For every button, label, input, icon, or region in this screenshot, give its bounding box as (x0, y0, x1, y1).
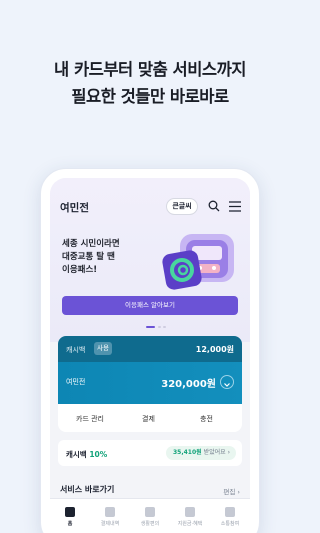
tab-label: 결제내역 (100, 521, 120, 527)
card-balance-row[interactable]: 여민전 320,000원 (58, 362, 242, 404)
card-name: 여민전 (66, 378, 86, 386)
card-manage-button[interactable]: 카드 관리 (76, 414, 104, 424)
payment-button[interactable]: 결제 (142, 414, 155, 424)
tab-label: 홈 (67, 521, 73, 527)
carousel-indicator (146, 326, 166, 329)
cashbag-amount: 12,000원 (195, 345, 234, 354)
edit-label: 편집 (223, 488, 236, 496)
tab-label: 소통참여 (220, 521, 240, 527)
tab-home[interactable]: 홈 (50, 499, 90, 533)
chevron-right-icon: › (227, 449, 230, 456)
cashback-received-text: 받았어요 (203, 449, 226, 456)
carousel-dot-active (146, 326, 155, 328)
cashbag-label: 캐시백 (66, 346, 86, 354)
charge-button[interactable]: 충전 (200, 414, 213, 424)
tab-communication[interactable]: 소통참여 (210, 499, 250, 533)
services-title: 서비스 바로가기 (60, 485, 115, 494)
cashback-summary[interactable]: 캐시백 10% 35,410원 받았어요 › (58, 440, 242, 466)
banner-text: 세종 시민이라면 대중교통 탈 땐 이응패스! (62, 238, 120, 277)
expand-button[interactable] (220, 375, 234, 389)
banner-line: 세종 시민이라면 (62, 239, 120, 249)
home-icon (65, 507, 75, 517)
bus-card-illustration (162, 234, 234, 290)
carousel-dot (163, 326, 166, 328)
cashback-percent: 10% (89, 450, 108, 459)
chat-icon (225, 507, 235, 517)
use-badge[interactable]: 사용 (94, 342, 112, 355)
headline-line-1: 내 카드부터 맞춤 서비스까지 (54, 60, 246, 79)
cashback-received-amount: 35,410원 (173, 449, 202, 456)
carousel-dot (158, 326, 161, 328)
cashback-title: 캐시백 (66, 450, 87, 459)
gift-icon (185, 507, 195, 517)
chevron-right-icon: › (237, 488, 240, 496)
ieung-pass-button[interactable]: 이응패스 알아보기 (62, 296, 238, 315)
banner-line: 대중교통 탈 땐 (62, 252, 115, 262)
tab-label: 지원금·혜택 (177, 521, 203, 527)
card-balance: 320,000원 (161, 379, 216, 390)
search-icon[interactable] (208, 200, 220, 212)
grid-icon (145, 507, 155, 517)
edit-services-link[interactable]: 편집 › (223, 486, 240, 496)
card-actions: 카드 관리 결제 충전 (58, 404, 242, 432)
cashbag-row[interactable]: 캐시백 사용 12,000원 (58, 336, 242, 362)
cashback-received-chip[interactable]: 35,410원 받았어요 › (166, 446, 236, 460)
tab-life-convenience[interactable]: 생활편의 (130, 499, 170, 533)
app-title: 여민전 (60, 202, 89, 214)
tab-payment-history[interactable]: 결제내역 (90, 499, 130, 533)
tab-benefits[interactable]: 지원금·혜택 (170, 499, 210, 533)
receipt-icon (105, 507, 115, 517)
tab-label: 생활편의 (140, 521, 160, 527)
font-size-button[interactable]: 큰글씨 (166, 198, 198, 215)
banner-line: 이응패스! (62, 265, 98, 275)
promo-banner[interactable]: 세종 시민이라면 대중교통 탈 땐 이응패스! 이응패스 알아보기 (50, 224, 250, 342)
bottom-tab-bar: 홈 결제내역 생활편의 지원금·혜택 소통참여 (50, 498, 250, 533)
headline-line-2: 필요한 것들만 바로바로 (71, 87, 229, 106)
menu-icon[interactable] (229, 201, 241, 212)
chevron-down-icon (224, 383, 230, 387)
cashback-label: 캐시백 10% (66, 449, 107, 460)
yeominjeon-card: 캐시백 사용 12,000원 여민전 320,000원 카드 관리 결제 충전 (58, 336, 242, 432)
promo-headline: 내 카드부터 맞춤 서비스까지 필요한 것들만 바로바로 (0, 56, 300, 110)
app-screen: 여민전 큰글씨 세종 시민이라면 대중교통 탈 땐 이응패스! 이응패스 알아보… (50, 178, 250, 533)
